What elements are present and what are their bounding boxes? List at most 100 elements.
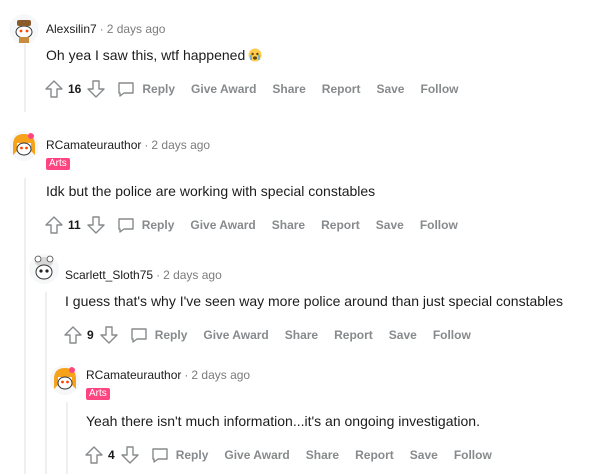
save-label: Save [375, 218, 404, 232]
share-button[interactable]: Share [306, 448, 339, 462]
reply-button[interactable]: Reply [150, 445, 209, 465]
give-award-label: Give Award [203, 328, 269, 342]
upvote-icon[interactable] [63, 325, 83, 345]
save-button[interactable]: Save [376, 82, 404, 96]
give-award-label: Give Award [224, 448, 290, 462]
thread-line[interactable] [45, 292, 47, 474]
snoo-avatar-icon [9, 131, 39, 161]
report-button[interactable]: Report [322, 82, 361, 96]
vote-score: 9 [87, 328, 94, 342]
reply-button[interactable]: Reply [116, 79, 175, 99]
avatar[interactable] [9, 14, 39, 44]
follow-button[interactable]: Follow [420, 218, 458, 232]
report-button[interactable]: Report [321, 218, 360, 232]
reply-label: Reply [142, 82, 176, 96]
report-button[interactable]: Report [355, 448, 394, 462]
follow-label: Follow [420, 82, 459, 96]
upvote-icon[interactable] [44, 79, 64, 99]
comment-meta: RCamateurauthor · 2 days ago [86, 368, 250, 382]
comment-bubble-icon [150, 445, 170, 465]
downvote-icon[interactable] [86, 215, 106, 235]
comment-actions: 9 Reply Give Award Share Report Save Fol… [63, 323, 487, 347]
share-button[interactable]: Share [272, 218, 305, 232]
meta-separator: · [99, 22, 104, 36]
username[interactable]: RCamateurauthor [86, 368, 181, 382]
timestamp[interactable]: 2 days ago [151, 138, 210, 152]
comment-bubble-icon [129, 325, 149, 345]
timestamp[interactable]: 2 days ago [163, 268, 222, 282]
username[interactable]: Alexsilin7 [46, 22, 97, 36]
give-award-button[interactable]: Give Award [224, 448, 289, 462]
report-label: Report [321, 218, 360, 232]
meta-separator: · [184, 368, 189, 382]
thread-line[interactable] [24, 40, 26, 112]
downvote-icon[interactable] [120, 445, 140, 465]
save-label: Save [376, 82, 405, 96]
share-label: Share [305, 448, 340, 462]
avatar[interactable] [29, 254, 59, 284]
reply-label: Reply [141, 218, 175, 232]
share-label: Share [271, 218, 306, 232]
upvote-icon[interactable] [44, 215, 64, 235]
crying-face-emoji-icon [248, 48, 262, 62]
meta-separator: · [144, 138, 149, 152]
comment-bubble-icon [116, 79, 136, 99]
username[interactable]: Scarlett_Sloth75 [65, 268, 153, 282]
give-award-button[interactable]: Give Award [203, 328, 268, 342]
follow-button[interactable]: Follow [420, 82, 458, 96]
user-flair: Arts [46, 158, 70, 170]
save-button[interactable]: Save [389, 328, 417, 342]
reply-button[interactable]: Reply [129, 325, 188, 345]
comment-bubble-icon [116, 215, 136, 235]
thread-line[interactable] [66, 402, 68, 474]
vote-score: 4 [108, 448, 115, 462]
report-label: Report [321, 82, 361, 96]
share-label: Share [272, 82, 306, 96]
save-button[interactable]: Save [410, 448, 438, 462]
share-button[interactable]: Share [285, 328, 318, 342]
comment-actions: 11 Reply Give Award Share Report Save Fo… [44, 213, 474, 237]
user-flair: Arts [86, 388, 110, 400]
reply-button[interactable]: Reply [116, 215, 175, 235]
thread-line[interactable] [24, 178, 26, 474]
comment-body: Yeah there isn't much information...it's… [86, 413, 480, 429]
vote-score: 11 [68, 218, 81, 232]
save-label: Save [409, 448, 438, 462]
timestamp[interactable]: 2 days ago [191, 368, 250, 382]
report-label: Report [355, 448, 394, 462]
comment-meta: RCamateurauthor · 2 days ago [46, 138, 210, 152]
vote-score: 16 [68, 82, 82, 96]
give-award-label: Give Award [191, 82, 257, 96]
comment-body: I guess that's why I've seen way more po… [65, 293, 563, 309]
save-button[interactable]: Save [376, 218, 404, 232]
avatar[interactable] [50, 365, 80, 395]
downvote-icon[interactable] [99, 325, 119, 345]
follow-button[interactable]: Follow [433, 328, 471, 342]
give-award-button[interactable]: Give Award [190, 218, 255, 232]
report-button[interactable]: Report [334, 328, 373, 342]
comment-text: Oh yea I saw this, wtf happened [46, 47, 246, 63]
avatar[interactable] [9, 131, 39, 161]
follow-button[interactable]: Follow [454, 448, 492, 462]
downvote-icon[interactable] [86, 79, 106, 99]
follow-label: Follow [453, 448, 492, 462]
upvote-icon[interactable] [84, 445, 104, 465]
snoo-avatar-icon [29, 254, 59, 284]
save-label: Save [388, 328, 417, 342]
reply-label: Reply [154, 328, 188, 342]
share-label: Share [284, 328, 319, 342]
share-button[interactable]: Share [272, 82, 305, 96]
comment-meta: Scarlett_Sloth75 · 2 days ago [65, 268, 222, 282]
comment-actions: 16 Reply Give Award Share Report Save Fo… [44, 77, 474, 101]
username[interactable]: RCamateurauthor [46, 138, 141, 152]
follow-label: Follow [419, 218, 458, 232]
comment-meta: Alexsilin7 · 2 days ago [46, 22, 165, 36]
give-award-button[interactable]: Give Award [191, 82, 256, 96]
comment-actions: 4 Reply Give Award Share Report Save Fol… [84, 443, 508, 467]
snoo-avatar-icon [50, 365, 80, 395]
timestamp[interactable]: 2 days ago [107, 22, 166, 36]
snoo-avatar-icon [9, 14, 39, 44]
comment-body: Idk but the police are working with spec… [46, 183, 376, 199]
meta-separator: · [156, 268, 161, 282]
reply-label: Reply [175, 448, 209, 462]
